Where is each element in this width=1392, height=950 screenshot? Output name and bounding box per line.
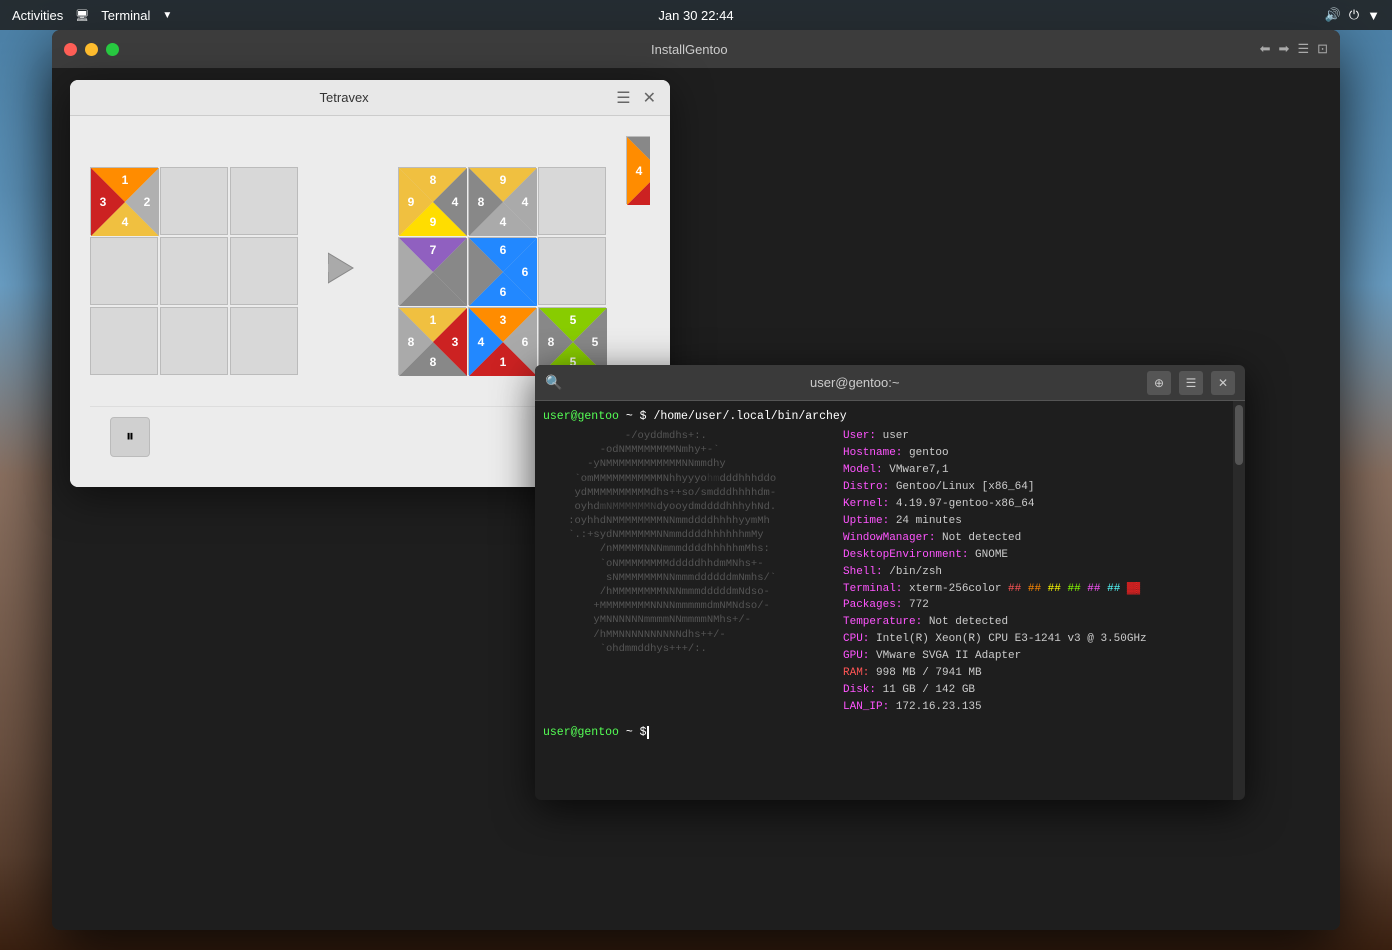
mac-toolbar: ⬅ ➡ ☰ ⊡ xyxy=(1260,41,1328,57)
puzzle-cell-2-1[interactable]: 3 1 4 6 xyxy=(468,307,536,375)
svg-text:3: 3 xyxy=(500,313,507,327)
terminal-icon-group: ⊕ ☰ ✕ xyxy=(1147,371,1235,395)
volume-icon[interactable]: 🔊 xyxy=(1325,7,1341,23)
terminal-line-command: user@gentoo ~ $ /home/user/.local/bin/ar… xyxy=(543,409,1225,425)
svg-text:6: 6 xyxy=(500,285,507,299)
mac-window-title: InstallGentoo xyxy=(127,42,1252,57)
topbar-datetime: Jan 30 22:44 xyxy=(658,8,733,23)
grid-cell-1-2[interactable] xyxy=(230,237,298,305)
move-arrow xyxy=(318,238,378,305)
svg-text:8: 8 xyxy=(408,335,415,349)
svg-text:6: 6 xyxy=(522,265,529,279)
player-grid[interactable]: 1 4 3 2 xyxy=(90,167,298,375)
svg-text:7: 7 xyxy=(430,243,437,257)
system-info: User: user Hostname: gentoo Model: VMwar… xyxy=(833,429,1225,717)
puzzle-cell-0-2[interactable] xyxy=(538,167,606,235)
terminal-close-btn[interactable]: ✕ xyxy=(1211,371,1235,395)
svg-text:8: 8 xyxy=(548,335,555,349)
svg-text:1: 1 xyxy=(122,173,129,187)
svg-text:8: 8 xyxy=(478,195,485,209)
topbar-right: 🔊 ⏻ ▼ xyxy=(1325,7,1380,23)
puzzle-cell-0-1[interactable]: 9 4 8 4 xyxy=(468,167,536,235)
mac-icon-fullscreen[interactable]: ⊡ xyxy=(1317,41,1328,57)
archey-output: -/oyddmdhs+:. -odNMMMMMMMMNmhy+-` -yNMMM… xyxy=(543,429,1225,717)
svg-text:1: 1 xyxy=(500,355,507,369)
puzzle-grid[interactable]: 8 9 9 4 9 4 8 4 xyxy=(398,167,606,375)
svg-text:3: 3 xyxy=(100,195,107,209)
terminal-icon: 🖥 xyxy=(75,9,89,22)
terminal-titlebar: 🔍 user@gentoo:~ ⊕ ☰ ✕ xyxy=(535,365,1245,401)
mac-icon-left[interactable]: ⬅ xyxy=(1260,41,1271,57)
grid-cell-1-1[interactable] xyxy=(160,237,228,305)
mac-titlebar: InstallGentoo ⬅ ➡ ☰ ⊡ xyxy=(52,30,1340,68)
svg-text:4: 4 xyxy=(636,164,643,178)
svg-text:2: 2 xyxy=(144,195,151,209)
terminal-search-btn[interactable]: 🔍 xyxy=(545,374,562,391)
activities-label[interactable]: Activities xyxy=(12,8,63,23)
terminal-text-area[interactable]: user@gentoo ~ $ /home/user/.local/bin/ar… xyxy=(535,401,1233,800)
system-menu-icon[interactable]: ▼ xyxy=(1367,8,1380,23)
grid-cell-2-0[interactable] xyxy=(90,307,158,375)
svg-text:8: 8 xyxy=(430,173,437,187)
mac-close-btn[interactable] xyxy=(64,43,77,56)
puzzle-cell-2-0[interactable]: 1 8 8 3 xyxy=(398,307,466,375)
mac-icon-right[interactable]: ➡ xyxy=(1279,41,1290,57)
terminal-dropdown-icon[interactable]: ▼ xyxy=(162,10,172,21)
svg-text:3: 3 xyxy=(452,335,459,349)
terminal-body: user@gentoo ~ $ /home/user/.local/bin/ar… xyxy=(535,401,1245,800)
mac-maximize-btn[interactable] xyxy=(106,43,119,56)
topbar-left: Activities 🖥 Terminal ▼ xyxy=(12,8,172,23)
grid-cell-0-2[interactable] xyxy=(230,167,298,235)
power-icon[interactable]: ⏻ xyxy=(1349,7,1359,23)
grid-cell-2-1[interactable] xyxy=(160,307,228,375)
svg-text:1: 1 xyxy=(430,313,437,327)
grid-cell-0-0[interactable]: 1 4 3 2 xyxy=(90,167,158,235)
pause-button[interactable]: ⏸ xyxy=(110,417,150,457)
grid-cell-0-1[interactable] xyxy=(160,167,228,235)
tetravex-menu-btn[interactable]: ☰ xyxy=(610,88,636,108)
svg-text:4: 4 xyxy=(452,195,459,209)
puzzle-cell-1-2[interactable] xyxy=(538,237,606,305)
svg-text:8: 8 xyxy=(430,355,437,369)
grid-cell-1-0[interactable] xyxy=(90,237,158,305)
terminal-label[interactable]: Terminal xyxy=(101,8,150,23)
svg-text:4: 4 xyxy=(500,215,507,229)
svg-text:4: 4 xyxy=(122,215,129,229)
svg-text:5: 5 xyxy=(570,313,577,327)
extra-cell-3-0[interactable]: 8 2 4 3 xyxy=(626,136,650,204)
tetravex-title: Tetravex xyxy=(78,90,610,105)
puzzle-cell-1-1[interactable]: 6 6 6 xyxy=(468,237,536,305)
puzzle-cell-0-0[interactable]: 8 9 9 4 xyxy=(398,167,466,235)
tetravex-titlebar: Tetravex ☰ ✕ xyxy=(70,80,670,116)
svg-text:6: 6 xyxy=(500,243,507,257)
terminal-scrollbar-thumb[interactable] xyxy=(1235,405,1243,465)
terminal-title-label: user@gentoo:~ xyxy=(562,375,1147,390)
svg-text:4: 4 xyxy=(478,335,485,349)
mac-icon-sidebar[interactable]: ☰ xyxy=(1297,41,1309,57)
top-bar: Activities 🖥 Terminal ▼ Jan 30 22:44 🔊 ⏻… xyxy=(0,0,1392,30)
svg-text:5: 5 xyxy=(592,335,599,349)
svg-text:9: 9 xyxy=(500,173,507,187)
terminal-new-tab-btn[interactable]: ⊕ xyxy=(1147,371,1171,395)
puzzle-cell-1-0[interactable]: 7 xyxy=(398,237,466,305)
svg-text:6: 6 xyxy=(522,335,529,349)
terminal-prompt-line: user@gentoo ~ $ xyxy=(543,725,1225,741)
tetravex-close-btn[interactable]: ✕ xyxy=(637,88,662,108)
archey-ascii-art: -/oyddmdhs+:. -odNMMMMMMMMNmhy+-` -yNMMM… xyxy=(543,429,833,717)
terminal-menu-btn[interactable]: ☰ xyxy=(1179,371,1203,395)
terminal-scrollbar[interactable] xyxy=(1233,401,1245,800)
mac-minimize-btn[interactable] xyxy=(85,43,98,56)
svg-text:9: 9 xyxy=(430,215,437,229)
grid-cell-2-2[interactable] xyxy=(230,307,298,375)
svg-text:9: 9 xyxy=(408,195,415,209)
terminal-window: 🔍 user@gentoo:~ ⊕ ☰ ✕ user@gentoo ~ $ /h… xyxy=(535,365,1245,800)
svg-text:4: 4 xyxy=(522,195,529,209)
